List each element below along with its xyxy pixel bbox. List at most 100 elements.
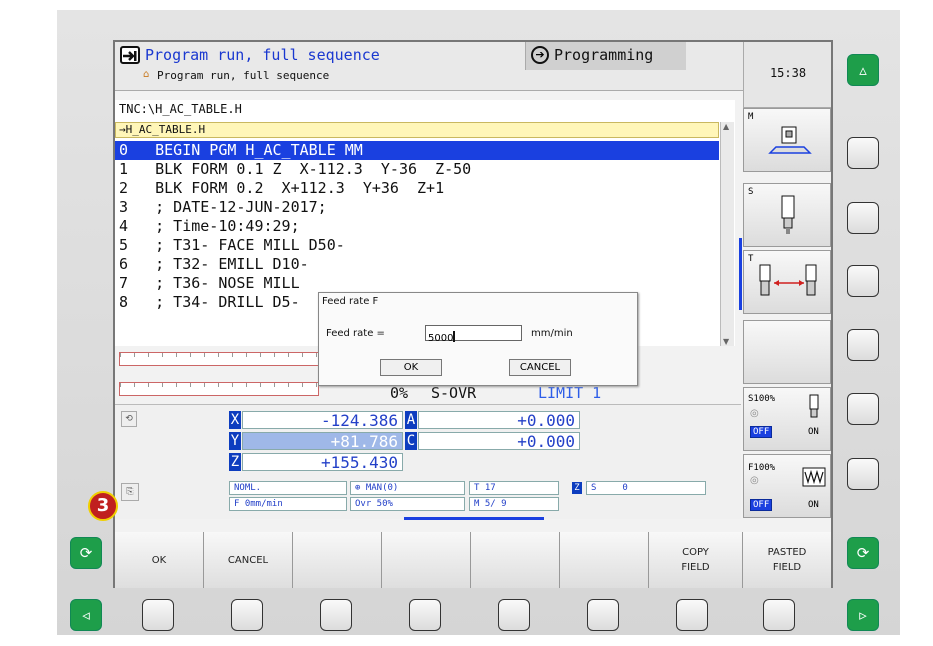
feed-override-bar xyxy=(119,352,319,366)
override-status: Ovr 50% xyxy=(350,497,465,511)
f-override-on: ON xyxy=(808,500,819,510)
switch-softkey-row-left-button[interactable]: ⟳ xyxy=(70,537,102,569)
position-z: +155.430 xyxy=(242,453,403,472)
spindle-m-icon xyxy=(768,126,812,154)
softkey-m-label: M xyxy=(748,112,754,122)
dialog-unit: mm/min xyxy=(531,328,573,339)
position-x: -124.386 xyxy=(242,411,403,430)
bottom-hw-softkey-7[interactable] xyxy=(676,599,708,631)
program-line-6[interactable]: 6 ; T32- EMILL D10- xyxy=(119,255,309,274)
dialog-cancel-button[interactable]: CANCEL xyxy=(509,359,571,376)
program-line-3[interactable]: 3 ; DATE-12-JUN-2017; xyxy=(119,198,327,217)
spindle-status: S0 xyxy=(586,481,706,495)
right-hw-softkey-5[interactable] xyxy=(847,393,879,425)
f-override-dial-icon: ◎ xyxy=(750,475,759,486)
right-hw-softkey-2[interactable] xyxy=(847,202,879,234)
limit-label: LIMIT 1 xyxy=(538,384,602,402)
softkey-m[interactable]: M xyxy=(743,108,831,172)
s-override-label: S100% xyxy=(748,394,776,404)
dialog-ok-button[interactable]: OK xyxy=(380,359,442,376)
program-line-4[interactable]: 4 ; Time-10:49:29; xyxy=(119,217,300,236)
control-screen: Program run, full sequence ⌂ Program run… xyxy=(113,40,833,588)
override-label: S-OVR xyxy=(431,384,477,402)
program-line-0[interactable]: 0 BEGIN PGM H_AC_TABLE MM xyxy=(119,141,363,160)
bottom-hw-softkey-3[interactable] xyxy=(320,599,352,631)
spindle-label: S xyxy=(591,483,597,493)
program-run-icon xyxy=(120,46,140,64)
position-y: +81.786 xyxy=(242,432,403,451)
softkey-ok[interactable]: OK xyxy=(115,532,204,588)
header-bar: Program run, full sequence ⌂ Program run… xyxy=(115,42,743,91)
feed-status: F 0mm/min xyxy=(229,497,347,511)
s-override-spindle-icon xyxy=(809,394,819,418)
program-line-2[interactable]: 2 BLK FORM 0.2 X+112.3 Y+36 Z+1 xyxy=(119,179,444,198)
right-hw-softkey-3[interactable] xyxy=(847,265,879,297)
position-panel: ⟲ ⎘ X -124.386 Y +81.786 Z +155.430 A +0… xyxy=(115,404,741,520)
program-scrollbar[interactable]: ▲ ▼ xyxy=(720,122,734,346)
softkey-s-override[interactable]: S100% ◎ OFF ON xyxy=(743,387,831,451)
right-hw-softkey-6[interactable] xyxy=(847,458,879,490)
softkey-cancel[interactable]: CANCEL xyxy=(204,532,293,588)
status-progress-line xyxy=(404,517,544,520)
softkey-5[interactable] xyxy=(471,532,560,588)
next-softkey-row-button[interactable]: ▹ xyxy=(847,599,879,631)
scroll-down-icon[interactable]: ▼ xyxy=(723,337,729,346)
screen-switch-up-button[interactable]: ▵ xyxy=(847,54,879,86)
right-hw-softkey-4[interactable] xyxy=(847,329,879,361)
programming-tab[interactable]: ➔ Programming xyxy=(525,42,686,70)
reference-icon[interactable]: ⟲ xyxy=(121,411,137,427)
softkey-f-override[interactable]: F100% ◎ OFF ON xyxy=(743,454,831,518)
tool-change-icon[interactable]: ⎘ xyxy=(121,483,139,501)
s-override-on: ON xyxy=(808,427,819,437)
feed-rate-value: 5000 xyxy=(428,333,454,344)
softkey-3[interactable] xyxy=(293,532,382,588)
switch-softkey-row-right-button[interactable]: ⟳ xyxy=(847,537,879,569)
man-status: ⊕ MAN(0) xyxy=(350,481,465,495)
home-icon: ⌂ xyxy=(143,69,150,80)
bottom-hw-softkey-5[interactable] xyxy=(498,599,530,631)
programming-icon: ➔ xyxy=(531,46,549,64)
spindle-value: 0 xyxy=(622,483,628,493)
clock-panel: 15:38 xyxy=(743,42,831,108)
program-line-1[interactable]: 1 BLK FORM 0.1 Z X-112.3 Y-36 Z-50 xyxy=(119,160,471,179)
softkey-s[interactable]: S xyxy=(743,183,831,247)
noml-status: NOML. xyxy=(229,481,347,495)
softkey-6[interactable] xyxy=(560,532,649,588)
softkey-4[interactable] xyxy=(382,532,471,588)
bottom-hw-softkey-8[interactable] xyxy=(763,599,795,631)
softkey-pasted-field[interactable]: PASTED FIELD xyxy=(743,532,831,588)
axis-label-z: Z xyxy=(229,453,241,471)
program-line-7[interactable]: 7 ; T36- NOSE MILL xyxy=(119,274,300,293)
f-override-off: OFF xyxy=(750,499,773,511)
softkey-scroll-indicator xyxy=(739,238,742,310)
scroll-up-icon[interactable]: ▲ xyxy=(723,122,729,131)
axis-label-c: C xyxy=(405,432,417,450)
bottom-hw-softkey-4[interactable] xyxy=(409,599,441,631)
axis-label-a: A xyxy=(405,411,417,429)
f-override-label: F100% xyxy=(748,463,776,473)
axis-label-x: X xyxy=(229,411,241,429)
tool-axis-badge: Z xyxy=(572,482,582,494)
s-override-off: OFF xyxy=(750,426,773,438)
softkey-empty[interactable] xyxy=(743,320,831,384)
position-c: +0.000 xyxy=(418,432,580,451)
file-tab[interactable]: →H_AC_TABLE.H xyxy=(115,122,719,138)
s-override-dial-icon: ◎ xyxy=(750,408,759,419)
softkey-t[interactable]: T xyxy=(743,250,831,314)
right-hw-softkey-1[interactable] xyxy=(847,137,879,169)
mode-title: Program run, full sequence xyxy=(145,46,380,64)
program-path: TNC:\H_AC_TABLE.H xyxy=(119,102,242,116)
program-line-5[interactable]: 5 ; T31- FACE MILL D50- xyxy=(119,236,345,255)
bottom-hw-softkey-2[interactable] xyxy=(231,599,263,631)
program-line-8[interactable]: 8 ; T34- DRILL D5- xyxy=(119,293,300,312)
spindle-s-icon xyxy=(781,195,795,234)
override-percent: 0% xyxy=(390,384,409,402)
step-badge: 3 xyxy=(88,491,118,521)
softkey-copy-field[interactable]: COPY FIELD xyxy=(649,532,743,588)
man-label: MAN(0) xyxy=(365,483,399,493)
tool-change-t-icon xyxy=(759,264,817,296)
previous-softkey-row-button[interactable]: ◃ xyxy=(70,599,102,631)
bottom-hw-softkey-1[interactable] xyxy=(142,599,174,631)
bottom-hw-softkey-6[interactable] xyxy=(587,599,619,631)
feed-rate-input[interactable]: 5000 xyxy=(425,325,522,344)
